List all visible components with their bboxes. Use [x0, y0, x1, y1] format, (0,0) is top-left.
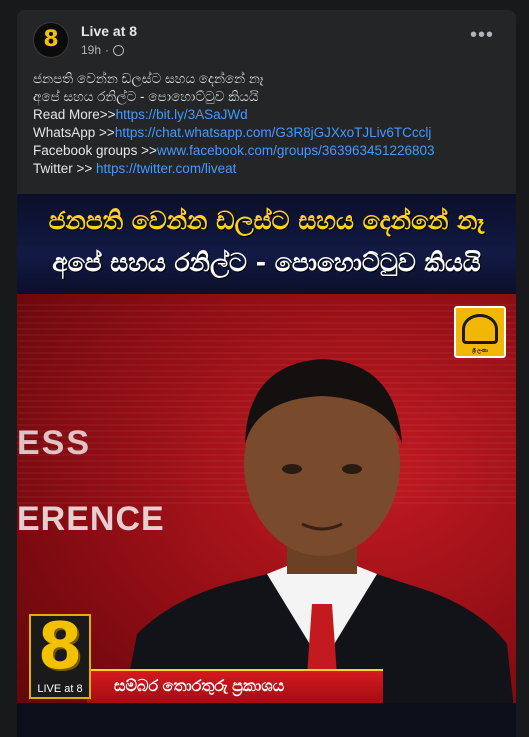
page-name-link[interactable]: Live at 8	[81, 23, 137, 39]
bottom-strip	[17, 703, 516, 737]
twitter-line: Twitter >> https://twitter.com/liveat	[33, 160, 503, 178]
channel-logo-label: ශ්‍රී ලංකා	[472, 348, 488, 354]
backdrop-text-1: ESS	[17, 424, 92, 462]
globe-icon	[113, 44, 125, 56]
channel-logo-mark	[462, 314, 498, 344]
post-text: ජනපති වෙන්න ඩලස්ට සහය දෙන්නේ නෑ අපේ සහය …	[33, 70, 503, 178]
avatar-logo: 8	[43, 27, 59, 52]
facebook-groups-link[interactable]: www.facebook.com/groups/363963451226803	[157, 143, 435, 158]
logo-number: 8	[37, 610, 83, 684]
banner-line-2: අපේ සහය රනිල්ට - පොහොට්ටුව කියයි	[52, 248, 481, 277]
logo-label: LIVE at 8	[37, 683, 83, 695]
whatsapp-link[interactable]: https://chat.whatsapp.com/G3R8jGJXxoTJLi…	[115, 125, 432, 140]
live-at-8-logo: 8 LIVE at 8	[29, 610, 91, 699]
page-avatar[interactable]: 8	[33, 22, 69, 58]
post-meta: 19h ·	[81, 43, 125, 57]
facebook-post-card: 8 Live at 8 19h · ••• ජනපති වෙන්න ඩලස්ට …	[17, 10, 516, 737]
whatsapp-line: WhatsApp >>https://chat.whatsapp.com/G3R…	[33, 124, 503, 142]
headline-line-1: ජනපති වෙන්න ඩලස්ට සහය දෙන්නේ නෑ	[33, 71, 264, 86]
read-more-line: Read More>>https://bit.ly/3ASaJWd	[33, 106, 503, 124]
meta-separator: ·	[105, 43, 110, 57]
more-options-button[interactable]: •••	[469, 25, 495, 48]
read-more-link[interactable]: https://bit.ly/3ASaJWd	[116, 107, 248, 122]
channel-logo-icon: ශ්‍රී ලංකා	[454, 306, 506, 358]
headline-banner: ජනපති වෙන්න ඩලස්ට සහය දෙන්නේ නෑ අපේ සහය …	[17, 194, 516, 294]
twitter-label: Twitter >>	[33, 161, 97, 176]
post-image[interactable]: ජනපති වෙන්න ඩලස්ට සහය දෙන්නේ නෑ අපේ සහය …	[17, 194, 516, 737]
read-more-label: Read More>>	[33, 107, 116, 122]
facebook-groups-line: Facebook groups >>www.facebook.com/group…	[33, 142, 503, 160]
lower-third-text: සම්බර තොරතුරු ප්‍රකාශය	[114, 678, 285, 695]
facebook-groups-label: Facebook groups >>	[33, 143, 157, 158]
whatsapp-label: WhatsApp >>	[33, 125, 115, 140]
headline-line-2: අපේ සහය රනිල්ට - පොහොට්ටුව කියයි	[33, 89, 259, 104]
banner-line-1: ජනපති වෙන්න ඩලස්ට සහය දෙන්නේ නෑ	[48, 206, 485, 235]
post-time[interactable]: 19h	[81, 43, 101, 57]
twitter-link[interactable]: https://twitter.com/liveat	[96, 161, 236, 176]
